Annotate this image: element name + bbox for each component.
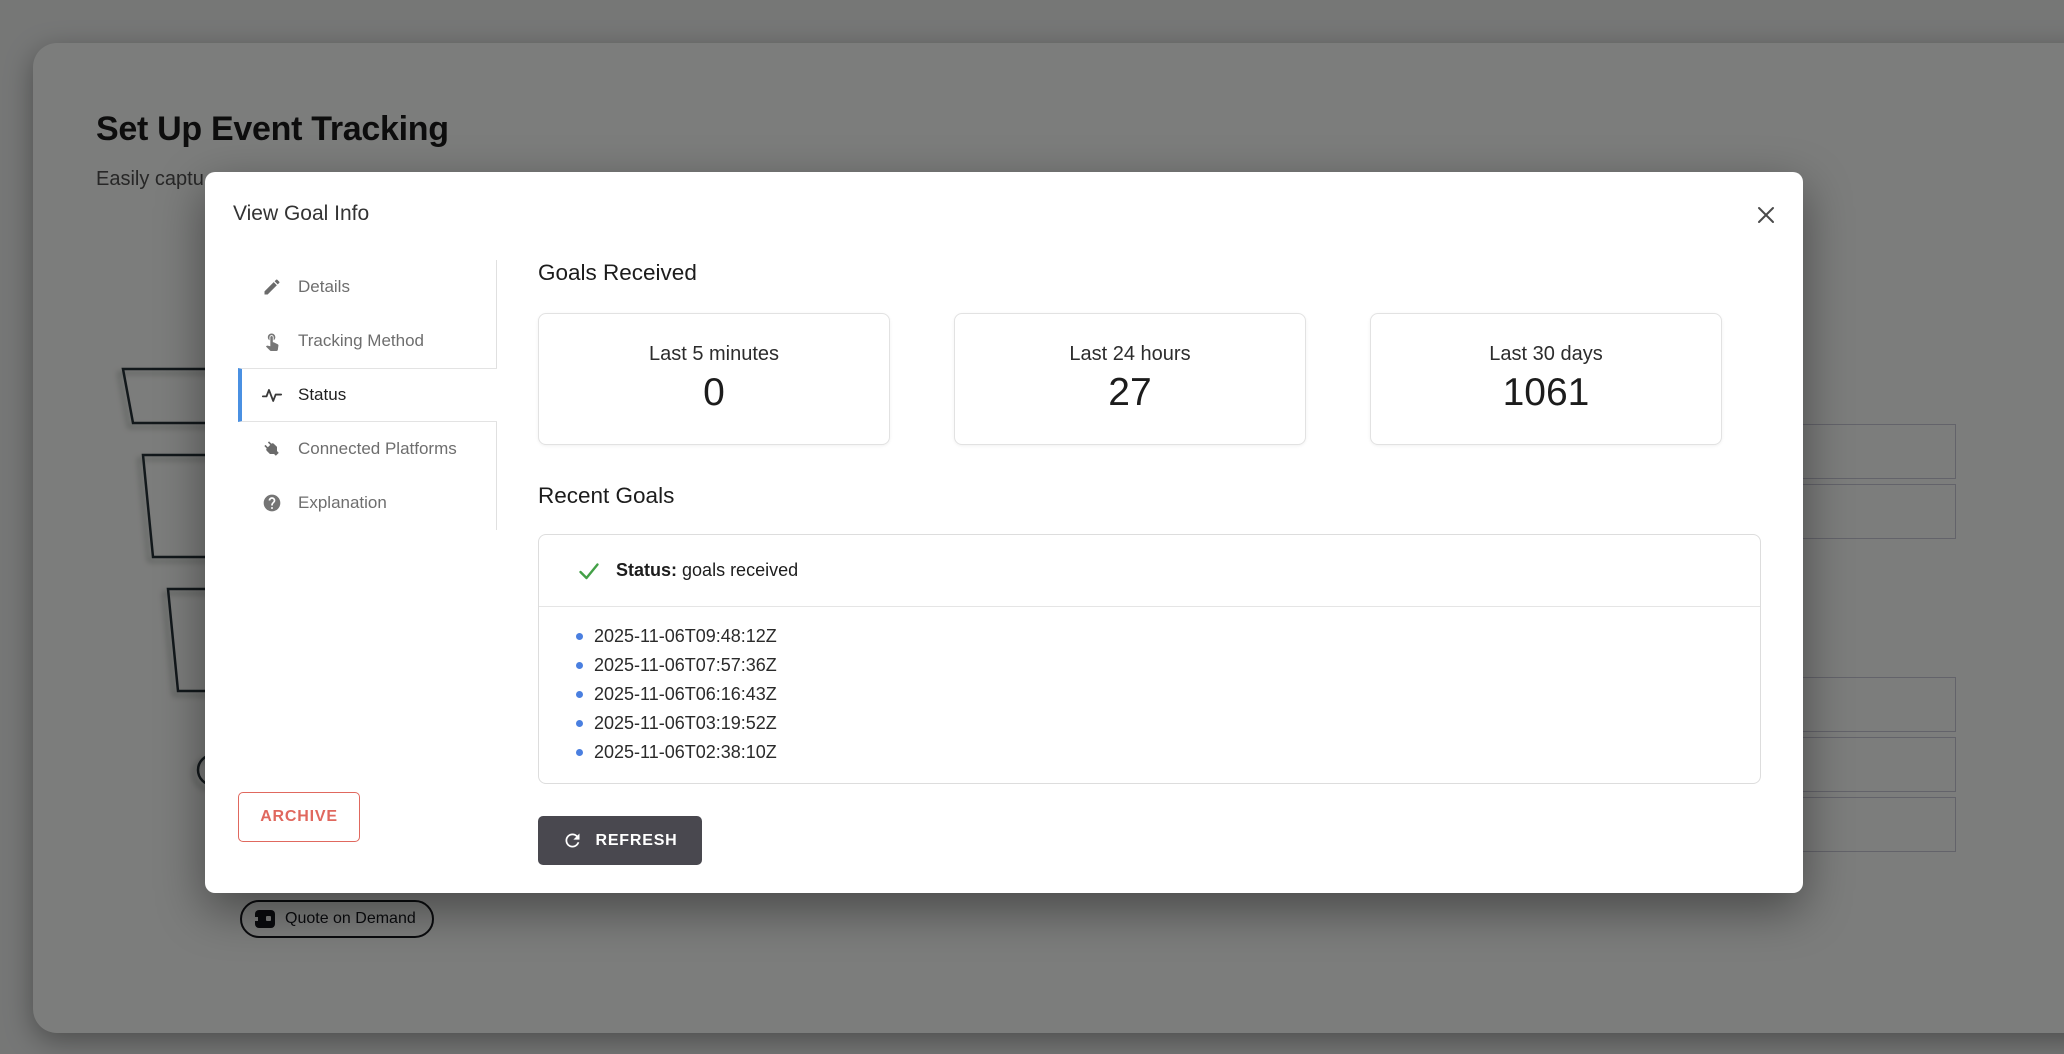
stat-card-label: Last 30 days <box>1489 343 1603 365</box>
sidebar-item-explanation[interactable]: Explanation <box>238 476 496 530</box>
refresh-icon <box>565 833 580 848</box>
bullet-icon <box>576 749 583 756</box>
modal-title: View Goal Info <box>233 202 370 225</box>
status-label: Status: <box>616 560 678 580</box>
pencil-icon <box>260 275 284 299</box>
close-button[interactable] <box>1751 200 1781 230</box>
sidebar-item-label: Status <box>298 385 347 404</box>
stat-card-value: 0 <box>703 371 725 414</box>
bullet-icon <box>576 691 583 698</box>
sidebar-item-label: Tracking Method <box>298 331 424 350</box>
sidebar-item-label: Explanation <box>298 493 387 512</box>
stat-card-last-24-hours: Last 24 hours 27 <box>954 313 1306 445</box>
sidebar-item-details[interactable]: Details <box>238 260 496 314</box>
check-icon <box>579 562 599 579</box>
refresh-button-label: REFRESH <box>595 831 678 849</box>
sidebar-item-connected-platforms[interactable]: Connected Platforms <box>238 422 496 476</box>
sidebar-item-label: Connected Platforms <box>298 439 457 458</box>
stat-card-value: 1061 <box>1502 371 1590 414</box>
status-text: Status: goals received <box>616 560 798 581</box>
tap-icon <box>260 329 284 353</box>
goal-timestamp: 2025-11-06T03:19:52Z <box>539 709 1760 738</box>
stat-card-label: Last 5 minutes <box>648 343 780 365</box>
recent-goals-panel: Status: goals received 2025-11-06T09:48:… <box>538 534 1761 784</box>
pulse-icon <box>260 383 284 407</box>
stat-card-value: 27 <box>1108 371 1152 414</box>
bullet-icon <box>576 720 583 727</box>
status-value: goals received <box>682 560 799 580</box>
goal-timestamp: 2025-11-06T06:16:43Z <box>539 680 1760 709</box>
status-row: Status: goals received <box>539 535 1760 607</box>
view-goal-info-modal: View Goal Info Details Tracking Method S… <box>205 172 1803 893</box>
recent-goals-heading: Recent Goals <box>538 483 675 508</box>
goals-received-heading: Goals Received <box>538 260 697 285</box>
sidebar-item-status[interactable]: Status <box>238 368 497 422</box>
plug-icon <box>260 437 284 461</box>
archive-button[interactable]: ARCHIVE <box>238 792 360 842</box>
stat-cards: Last 5 minutes 0 Last 24 hours 27 Last 3… <box>538 313 1722 445</box>
question-icon <box>260 491 284 515</box>
sidebar-item-tracking-method[interactable]: Tracking Method <box>238 314 496 368</box>
refresh-button[interactable]: REFRESH <box>538 816 702 865</box>
modal-sidebar: Details Tracking Method Status Connected… <box>238 260 497 530</box>
bullet-icon <box>576 633 583 640</box>
close-icon <box>1758 207 1774 223</box>
stat-card-last-30-days: Last 30 days 1061 <box>1370 313 1722 445</box>
goal-timestamp: 2025-11-06T02:38:10Z <box>539 738 1760 767</box>
goal-timestamp: 2025-11-06T07:57:36Z <box>539 651 1760 680</box>
bullet-icon <box>576 662 583 669</box>
goal-timestamp: 2025-11-06T09:48:12Z <box>539 622 1760 651</box>
recent-goal-list: 2025-11-06T09:48:12Z 2025-11-06T07:57:36… <box>539 607 1760 767</box>
stat-card-label: Last 24 hours <box>1069 343 1191 365</box>
stat-card-last-5-minutes: Last 5 minutes 0 <box>538 313 890 445</box>
sidebar-item-label: Details <box>298 277 350 296</box>
